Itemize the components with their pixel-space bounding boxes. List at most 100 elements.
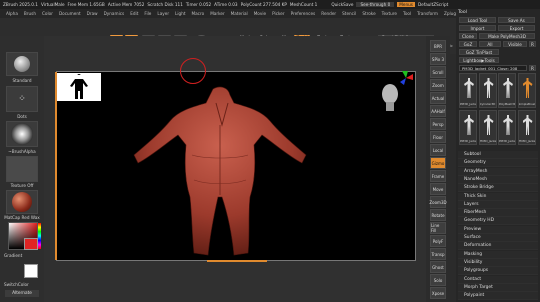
r2-button[interactable]: R	[529, 65, 536, 71]
right-tool-rotate[interactable]: Rotate	[430, 209, 446, 221]
tool-menu-morph-target[interactable]: Morph Target	[458, 283, 538, 292]
menu-brush[interactable]: Brush	[24, 11, 36, 16]
tool-thumbnail[interactable]: PM3D_Jacket_001	[459, 73, 477, 108]
tool-menu-polypaint[interactable]: Polypaint	[458, 292, 538, 301]
menu-color[interactable]: Color	[42, 11, 53, 16]
tool-menu-visibility[interactable]: Visibility	[458, 258, 538, 267]
right-tool-zoom3d[interactable]: Zoom3D	[429, 196, 447, 208]
switch-color-button[interactable]: SwitchColor	[4, 282, 40, 287]
right-tool-actual[interactable]: Actual	[430, 92, 446, 104]
current-tool-slider[interactable]: PM3D_Jacket_001_Close: 208	[459, 65, 527, 71]
right-tool-line-fill[interactable]: Line Fill	[430, 222, 446, 234]
menu-picker[interactable]: Picker	[272, 11, 284, 16]
default-script-button[interactable]: DefaultZScript	[418, 2, 448, 7]
tool-thumbnail[interactable]: PM3D_Jacket_00	[459, 110, 477, 145]
menu-transform[interactable]: Transform	[417, 11, 438, 16]
menu-document[interactable]: Document	[59, 11, 81, 16]
menu-preferences[interactable]: Preferences	[291, 11, 316, 16]
menu-texture[interactable]: Texture	[382, 11, 397, 16]
right-tool-spix-3[interactable]: SPix 3	[430, 53, 446, 65]
menu-macro[interactable]: Macro	[192, 11, 205, 16]
tool-menu-geometry-hd[interactable]: Geometry HD	[458, 217, 538, 226]
tool-menu-arraymesh[interactable]: ArrayMesh	[458, 167, 538, 176]
menu-marker[interactable]: Marker	[210, 11, 224, 16]
menu-edit[interactable]: Edit	[130, 11, 138, 16]
menus-toggle[interactable]: Menus	[397, 2, 415, 7]
tool-menu-polygroups[interactable]: Polygroups	[458, 267, 538, 276]
make-polymesh-button[interactable]: Make PolyMesh3D	[479, 33, 535, 39]
axis-gizmo[interactable]	[398, 70, 414, 86]
material-thumbnail[interactable]	[6, 190, 38, 214]
tool-thumbnail-label: PolyMesh3D	[499, 102, 515, 106]
main-color-swatch[interactable]	[24, 238, 38, 250]
save-as-button[interactable]: Save As	[498, 17, 535, 23]
tool-thumbnail[interactable]: PM3D_Jacket_00	[517, 110, 536, 145]
menu-draw[interactable]: Draw	[87, 11, 98, 16]
alternate-button[interactable]: Alternate	[5, 290, 39, 297]
right-tool-polyf[interactable]: PolyF	[430, 235, 446, 247]
alpha-thumbnail[interactable]	[6, 121, 38, 147]
menu-material[interactable]: Material	[231, 11, 248, 16]
visible-button[interactable]: Visible	[503, 41, 527, 47]
right-tool-solo[interactable]: Solo	[430, 274, 446, 286]
menu-movie[interactable]: Movie	[254, 11, 266, 16]
secondary-color-swatch[interactable]	[24, 264, 38, 278]
tool-thumbnail[interactable]: SimpleBrush	[517, 73, 536, 108]
export-button[interactable]: Export	[498, 25, 535, 31]
tool-menu-layers[interactable]: Layers	[458, 200, 538, 209]
quicksave-button[interactable]: QuickSave	[331, 2, 353, 7]
tool-menu-contact[interactable]: Contact	[458, 275, 538, 284]
tool-thumbnail[interactable]: PM3D_Jacket_00	[478, 110, 497, 145]
menu-alpha[interactable]: Alpha	[6, 11, 18, 16]
hue-strip[interactable]	[38, 223, 41, 249]
tool-menu-subtool[interactable]: Subtool	[458, 151, 538, 159]
tool-menu-thick-skin[interactable]: Thick Skin	[458, 192, 538, 201]
right-tool-floor[interactable]: Floor	[430, 131, 446, 143]
right-tool-transp[interactable]: Transp	[430, 248, 446, 260]
tool-menu-fibermesh[interactable]: FiberMesh	[458, 209, 538, 218]
right-tool-ghost[interactable]: Ghost	[430, 261, 446, 273]
tool-menu-nanomesh[interactable]: NanoMesh	[458, 175, 538, 184]
right-tool-frame[interactable]: Frame	[430, 170, 446, 182]
right-tool-bpr[interactable]: BPR	[430, 40, 446, 52]
tool-menu-geometry[interactable]: Geometry	[458, 159, 538, 168]
menu-file[interactable]: File	[144, 11, 151, 16]
brush-thumbnail[interactable]	[6, 52, 38, 76]
tool-thumbnail[interactable]: PM3D_Jacket_00	[498, 110, 516, 145]
right-tool-xpose[interactable]: Xpose	[430, 287, 446, 299]
menu-tool[interactable]: Tool	[403, 11, 411, 16]
tool-menu-stroke-bridge[interactable]: Stroke Bridge	[458, 184, 538, 193]
right-tool-zoom[interactable]: Zoom	[430, 79, 446, 91]
right-tool-persp[interactable]: Persp	[430, 118, 446, 130]
menu-render[interactable]: Render	[321, 11, 336, 16]
tool-menu-masking[interactable]: Masking	[458, 250, 538, 259]
right-tool-move[interactable]: Move	[430, 183, 446, 195]
see-through-slider[interactable]: See-through 0	[356, 2, 395, 7]
tool-menu-preview[interactable]: Preview	[458, 225, 538, 234]
stroke-thumbnail[interactable]: ⁘	[6, 86, 38, 112]
goz-tinplast-button[interactable]: GoZ TinPlast	[459, 49, 499, 55]
character-model[interactable]	[130, 85, 310, 261]
r-button[interactable]: R	[529, 41, 536, 47]
clone-button[interactable]: Clone	[459, 33, 477, 39]
right-tool-scroll[interactable]: Scroll	[430, 66, 446, 78]
texture-thumbnail[interactable]	[6, 156, 38, 182]
menu-light[interactable]: Light	[175, 11, 185, 16]
menu-dynamics[interactable]: Dynamics	[104, 11, 125, 16]
menu-stroke[interactable]: Stroke	[362, 11, 375, 16]
tool-menu-deformation[interactable]: Deformation	[458, 242, 538, 251]
right-tool-aahalf[interactable]: AAHalf	[430, 105, 446, 117]
tool-thumbnail[interactable]: Cylinder3D	[478, 73, 497, 108]
right-tool-gizmo[interactable]: Gizmo	[430, 157, 446, 169]
import-button[interactable]: Import	[459, 25, 496, 31]
lightbox-tools-button[interactable]: Lightbox▶Tools	[459, 57, 499, 63]
all-button[interactable]: All	[479, 41, 501, 47]
menu-stencil[interactable]: Stencil	[342, 11, 356, 16]
figure-silhouette-icon	[70, 74, 88, 99]
tool-menu-surface[interactable]: Surface	[458, 234, 538, 242]
right-tool-local[interactable]: Local	[430, 144, 446, 156]
load-tool-button[interactable]: Load Tool	[459, 17, 496, 23]
tool-thumbnail[interactable]: PolyMesh3D	[498, 73, 516, 108]
goz-button[interactable]: GoZ	[459, 41, 477, 47]
menu-layer[interactable]: Layer	[157, 11, 169, 16]
